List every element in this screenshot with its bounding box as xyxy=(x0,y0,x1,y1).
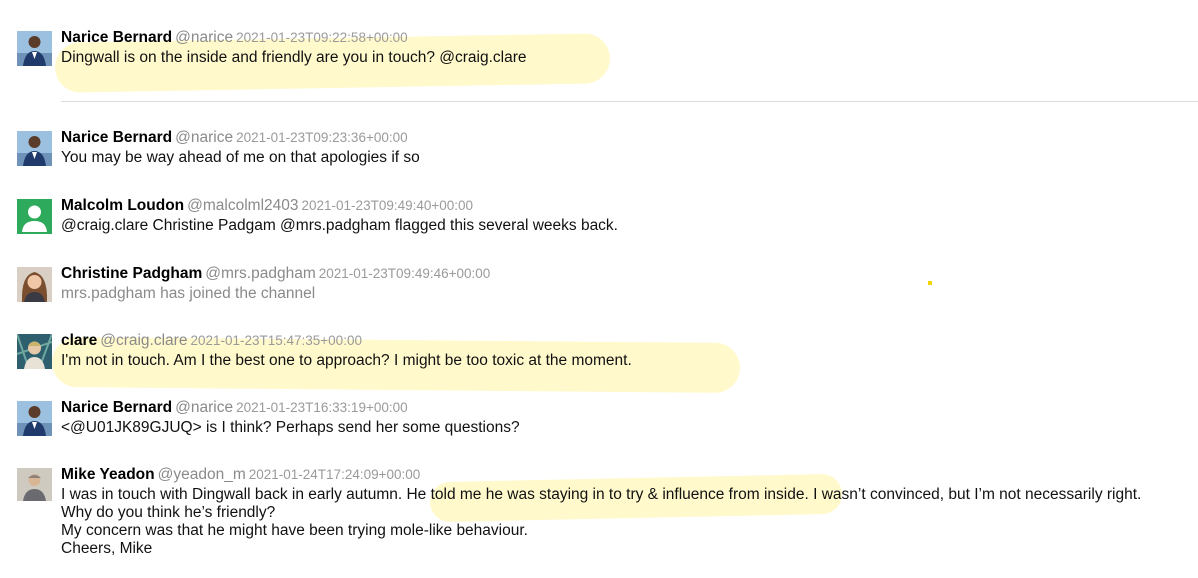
author-name[interactable]: Narice Bernard xyxy=(61,129,172,146)
message-text: I'm not in touch. Am I the best one to a… xyxy=(61,352,632,369)
message-timestamp: 2021-01-23T09:49:46+00:00 xyxy=(318,266,491,281)
message-timestamp: 2021-01-23T09:49:40+00:00 xyxy=(301,198,474,213)
author-handle[interactable]: @mrs.padgham xyxy=(205,265,316,282)
message-text: Cheers, Mike xyxy=(61,540,153,557)
message-text: @craig.clare Christine Padgam @mrs.padgh… xyxy=(61,217,618,234)
message-text: My concern was that he might have been t… xyxy=(61,522,528,539)
narice-avatar[interactable] xyxy=(17,31,52,66)
author-handle[interactable]: @craig.clare xyxy=(100,332,187,349)
clare-avatar[interactable] xyxy=(17,334,52,369)
author-name[interactable]: Christine Padgham xyxy=(61,265,202,282)
author-name[interactable]: Narice Bernard xyxy=(61,399,172,416)
message-timestamp: 2021-01-23T09:23:36+00:00 xyxy=(236,130,408,145)
default-user-avatar[interactable] xyxy=(17,199,52,234)
message-text: You may be way ahead of me on that apolo… xyxy=(61,149,420,166)
message-timestamp: 2021-01-24T17:24:09+00:00 xyxy=(248,467,421,482)
message-timestamp: 2021-01-23T16:33:19+00:00 xyxy=(236,400,408,415)
author-handle[interactable]: @narice xyxy=(175,29,233,46)
message-timestamp: 2021-01-23T09:22:58+00:00 xyxy=(236,30,408,45)
message-text: Dingwall is on the inside and friendly a… xyxy=(61,49,527,66)
narice-avatar[interactable] xyxy=(17,401,52,436)
message-text: Why do you think he’s friendly? xyxy=(61,504,276,521)
author-name[interactable]: Malcolm Loudon xyxy=(61,197,184,214)
author-name[interactable]: Mike Yeadon xyxy=(61,466,155,483)
author-handle[interactable]: @yeadon_m xyxy=(158,466,246,483)
mike-avatar[interactable] xyxy=(17,468,52,501)
author-name[interactable]: clare xyxy=(61,332,97,349)
narice-avatar[interactable] xyxy=(17,131,52,166)
message-text: mrs.padgham has joined the channel xyxy=(61,285,316,302)
christine-avatar[interactable] xyxy=(17,267,52,302)
message-divider xyxy=(61,101,1198,102)
message-timestamp: 2021-01-23T15:47:35+00:00 xyxy=(190,333,362,348)
author-handle[interactable]: @narice xyxy=(175,399,233,416)
author-handle[interactable]: @narice xyxy=(175,129,233,146)
message-text: <@U01JK89GJUQ> is I think? Perhaps send … xyxy=(61,419,520,436)
author-handle[interactable]: @malcolml2403 xyxy=(187,197,298,214)
message-text: I was in touch with Dingwall back in ear… xyxy=(61,486,1142,503)
author-name[interactable]: Narice Bernard xyxy=(61,29,172,46)
